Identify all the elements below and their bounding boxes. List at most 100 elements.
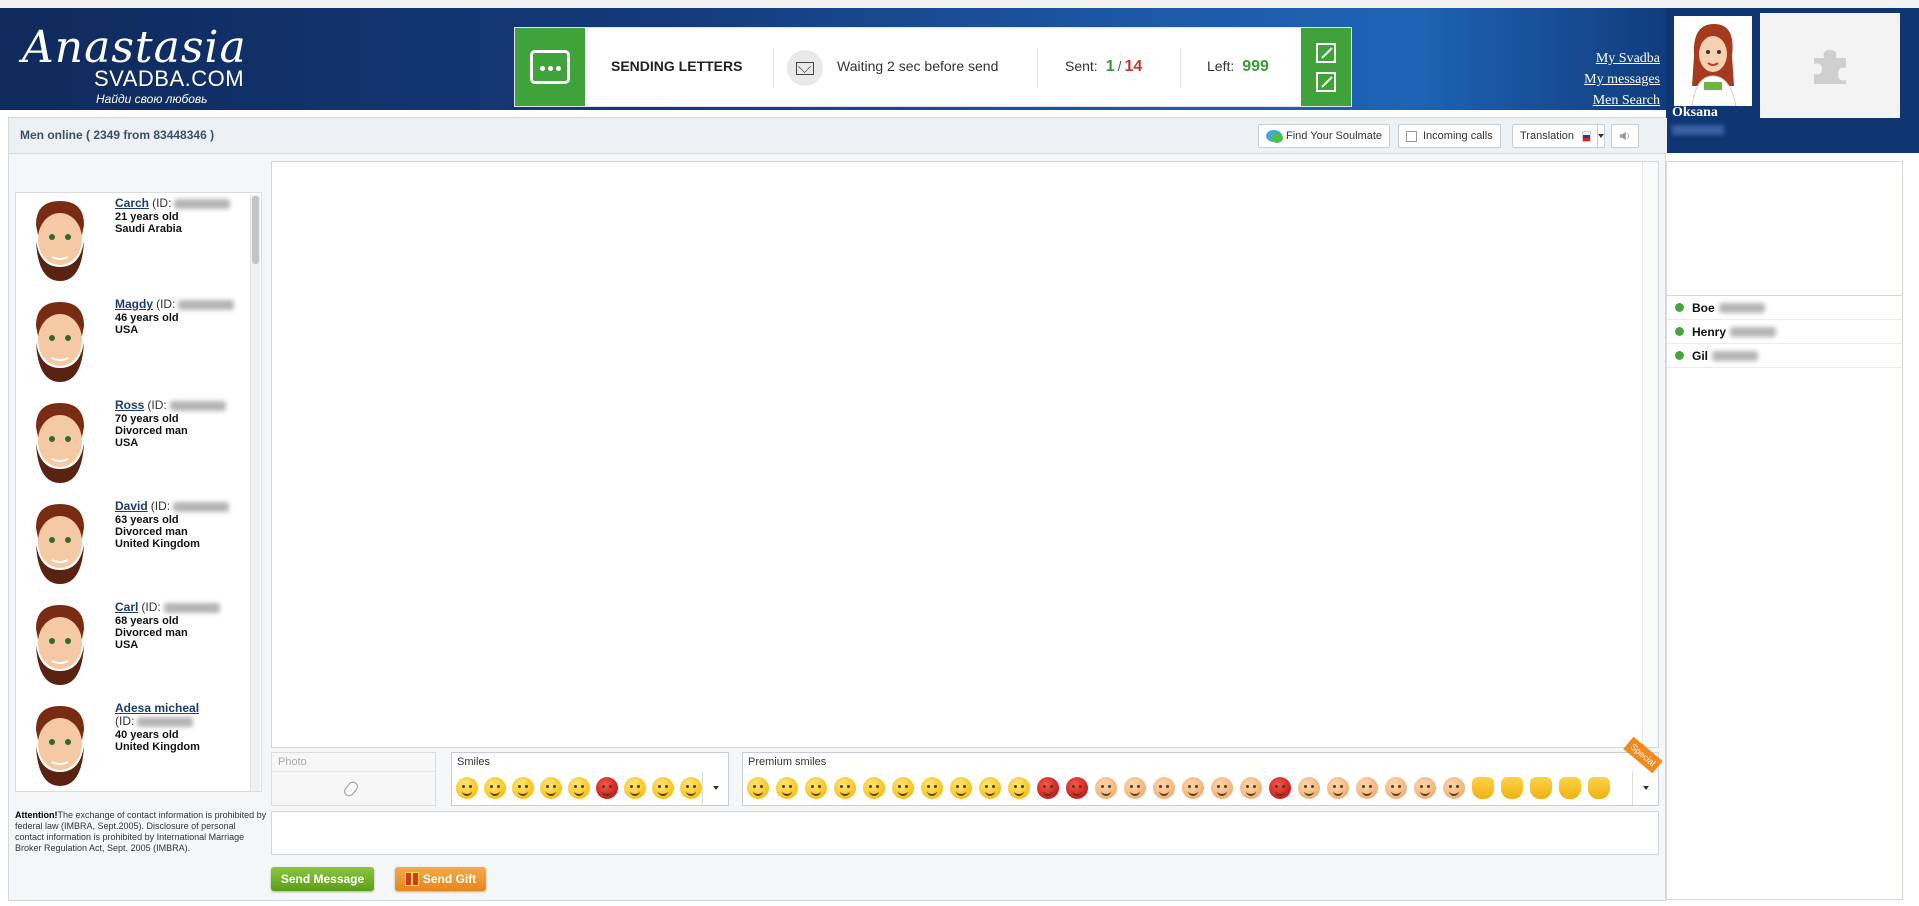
man-id-label: (ID: xyxy=(150,499,171,513)
heart-eyes-emoji-icon[interactable] xyxy=(596,777,618,799)
thumbs-up-icon[interactable] xyxy=(1501,777,1523,799)
thumbs-down-icon[interactable] xyxy=(1530,777,1552,799)
premium-emoji-icon[interactable] xyxy=(834,777,856,799)
wink-emoji-icon[interactable] xyxy=(652,777,674,799)
imbra-notice: Attention!The exchange of contact inform… xyxy=(15,810,267,854)
premium-emoji-icon[interactable] xyxy=(776,777,798,799)
person-emoji-icon[interactable] xyxy=(1153,777,1175,799)
list-item[interactable]: David (ID: 63 years old Divorced man Uni… xyxy=(24,496,244,596)
divider xyxy=(1037,48,1038,88)
contact-name: Boe xyxy=(1692,300,1715,315)
man-name[interactable]: Magdy xyxy=(115,297,153,311)
man-country: USA xyxy=(115,639,139,651)
hand-emoji-icon[interactable] xyxy=(1472,777,1494,799)
ok-hand-icon[interactable] xyxy=(1588,777,1610,799)
premium-emoji-icon[interactable] xyxy=(747,777,769,799)
send-message-button[interactable]: Send Message xyxy=(271,867,374,891)
left-value: 999 xyxy=(1242,58,1269,75)
man-info: David (ID: 63 years old Divorced man Uni… xyxy=(115,499,230,550)
princess-emoji-icon[interactable] xyxy=(1356,777,1378,799)
man-name[interactable]: Adesa micheal xyxy=(115,701,199,715)
list-item[interactable]: Carl (ID: 68 years old Divorced man USA xyxy=(24,597,244,697)
premium-emoji-icon[interactable] xyxy=(921,777,943,799)
contact-item[interactable]: Boe xyxy=(1667,296,1902,320)
person-emoji-icon[interactable] xyxy=(1182,777,1204,799)
man-name[interactable]: Carl xyxy=(115,600,138,614)
incoming-calls-checkbox[interactable] xyxy=(1406,130,1417,142)
devil-emoji-icon[interactable] xyxy=(1269,777,1291,799)
man-name[interactable]: Carch xyxy=(115,196,149,210)
neutral-emoji-icon[interactable] xyxy=(512,777,534,799)
prince-emoji-icon[interactable] xyxy=(1385,777,1407,799)
contact-item[interactable]: Henry xyxy=(1667,320,1902,344)
worried-emoji-icon[interactable] xyxy=(540,777,562,799)
man-status: Divorced man xyxy=(115,425,188,437)
man-name[interactable]: David xyxy=(115,499,148,513)
collapse-icon[interactable] xyxy=(1316,71,1336,92)
site-logo[interactable]: Anastasia SVADBA.COM Найди свою любовь xyxy=(18,22,278,106)
premium-emoji-icon[interactable] xyxy=(863,777,885,799)
person-emoji-icon[interactable] xyxy=(1124,777,1146,799)
person-emoji-icon[interactable] xyxy=(1095,777,1117,799)
sound-button[interactable] xyxy=(1611,124,1639,148)
message-input[interactable] xyxy=(271,811,1659,855)
contact-id-blurred xyxy=(1718,302,1765,313)
man-name[interactable]: Ross xyxy=(115,398,144,412)
person-emoji-icon[interactable] xyxy=(1211,777,1233,799)
translation-select[interactable]: Translation xyxy=(1512,124,1605,148)
link-my-svadba[interactable]: My Svadba xyxy=(1560,48,1660,69)
premium-emoji-icon[interactable] xyxy=(1008,777,1030,799)
sad-emoji-icon[interactable] xyxy=(484,777,506,799)
link-men-search[interactable]: Men Search xyxy=(1560,90,1660,111)
contact-name: Gil xyxy=(1692,348,1709,363)
premium-emoji-icon[interactable] xyxy=(892,777,914,799)
men-list-scrollbar[interactable] xyxy=(250,195,260,791)
dancer-emoji-icon[interactable] xyxy=(1443,777,1465,799)
cool-emoji-icon[interactable] xyxy=(568,777,590,799)
paperclip-icon[interactable] xyxy=(342,779,360,799)
sending-title: SENDING LETTERS xyxy=(611,58,743,74)
man-country: United Kingdom xyxy=(115,741,200,753)
police-emoji-icon[interactable] xyxy=(1327,777,1349,799)
premium-emoji-icon[interactable] xyxy=(950,777,972,799)
list-item[interactable]: Magdy (ID: 46 years old USA xyxy=(24,294,244,394)
dancer-emoji-icon[interactable] xyxy=(1414,777,1436,799)
smile-emoji-icon[interactable] xyxy=(456,777,478,799)
contact-name: Henry xyxy=(1692,324,1727,339)
find-soulmate-button[interactable]: Find Your Soulmate xyxy=(1258,124,1391,148)
profile-avatar[interactable] xyxy=(1674,16,1752,106)
send-gift-button[interactable]: Send Gift xyxy=(395,867,486,891)
chat-scrollbar[interactable] xyxy=(1642,162,1658,747)
frown-emoji-icon[interactable] xyxy=(680,777,702,799)
devil-emoji-icon[interactable] xyxy=(1037,777,1059,799)
expand-icon[interactable] xyxy=(1316,42,1336,63)
list-item[interactable]: Adesa micheal (ID: 40 years old United K… xyxy=(24,698,244,791)
man-id-label: (ID: xyxy=(115,714,135,728)
man-info: Carch (ID: 21 years old Saudi Arabia xyxy=(115,196,231,235)
plugin-placeholder xyxy=(1760,13,1900,118)
incoming-calls-toggle[interactable]: Incoming calls xyxy=(1398,124,1501,148)
profile-name[interactable]: Oksana xyxy=(1672,105,1718,121)
chevron-down-icon[interactable] xyxy=(1632,771,1658,805)
list-item[interactable]: Ross (ID: 70 years old Divorced man USA xyxy=(24,395,244,495)
profile-card: Oksana xyxy=(1666,8,1919,153)
devil-emoji-icon[interactable] xyxy=(1066,777,1088,799)
chevron-down-icon[interactable] xyxy=(1596,125,1604,147)
kiss-emoji-icon[interactable] xyxy=(624,777,646,799)
link-my-messages[interactable]: My messages xyxy=(1560,69,1660,90)
scrollbar-thumb[interactable] xyxy=(252,196,259,264)
send-gift-label: Send Gift xyxy=(422,872,477,886)
victory-hand-icon[interactable] xyxy=(1559,777,1581,799)
photo-attach[interactable]: Photo xyxy=(271,752,436,806)
chevron-down-icon[interactable] xyxy=(702,771,728,805)
man-id-blurred xyxy=(169,401,226,412)
premium-emoji-icon[interactable] xyxy=(979,777,1001,799)
list-item[interactable]: Carch (ID: 21 years old Saudi Arabia xyxy=(24,193,244,293)
contact-item[interactable]: Gil xyxy=(1667,344,1902,368)
premium-emoji-icon[interactable] xyxy=(805,777,827,799)
angel-emoji-icon[interactable] xyxy=(1298,777,1320,799)
man-info: Adesa micheal (ID: 40 years old United K… xyxy=(115,702,200,753)
man-id-label: (ID: xyxy=(147,398,167,412)
couple-emoji-icon[interactable] xyxy=(1240,777,1262,799)
man-avatar xyxy=(36,201,84,281)
